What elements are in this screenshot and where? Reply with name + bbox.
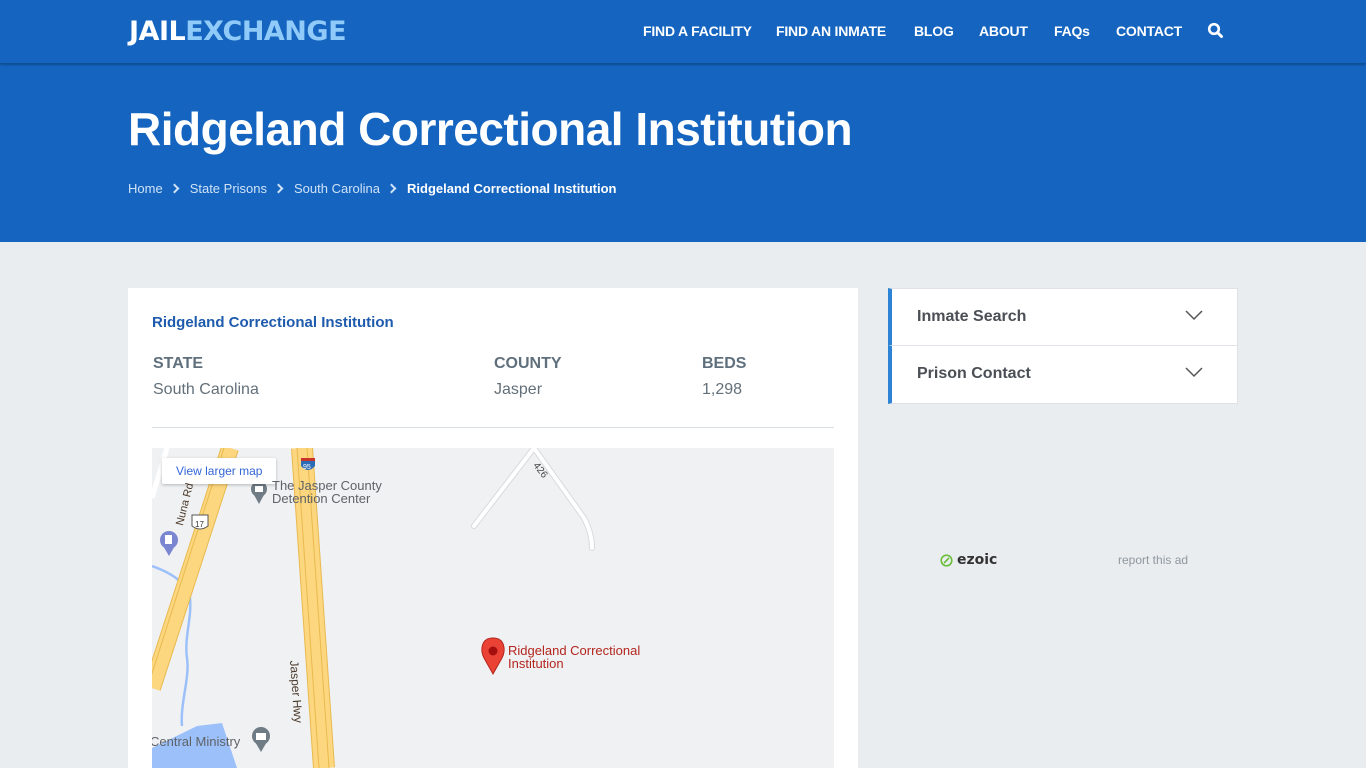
accordion-label: Prison Contact — [917, 365, 1031, 382]
nav-find-an-inmate[interactable]: FIND AN INMATE — [776, 23, 886, 39]
map-canvas — [152, 448, 595, 768]
i95-shield-label: 95 — [303, 464, 311, 471]
accordion-inmate-search[interactable]: Inmate Search — [888, 288, 1238, 346]
logo-jail: JAIL — [129, 16, 186, 47]
gas-station-pin-icon — [160, 531, 178, 556]
facility-marker-label[interactable]: Ridgeland Correctional Institution — [508, 644, 640, 670]
accordion-label: Inmate Search — [917, 308, 1027, 325]
location-marker-icon — [481, 637, 505, 676]
county-value: Jasper — [494, 381, 543, 398]
nav-faqs[interactable]: FAQs — [1054, 23, 1090, 39]
state-value: South Carolina — [153, 381, 259, 398]
chevron-right-icon — [386, 183, 397, 194]
beds-label: BEDS — [702, 355, 747, 372]
search-icon — [1207, 22, 1223, 38]
breadcrumb: Home State Prisons South Carolina Ridgel… — [128, 181, 616, 196]
nav-about[interactable]: ABOUT — [979, 23, 1028, 39]
sidebar-accordion: Inmate Search Prison Contact — [888, 288, 1238, 404]
info-beds: BEDS 1,298 — [702, 355, 746, 399]
ezoic-brand: ezoic — [957, 552, 998, 568]
ezoic-logo[interactable]: ezoic — [940, 552, 997, 568]
breadcrumb-state-prisons[interactable]: State Prisons — [190, 181, 267, 196]
chevron-right-icon — [169, 183, 180, 194]
nav-blog[interactable]: BLOG — [914, 23, 954, 39]
central-ministry-label[interactable]: Central Ministry — [152, 735, 240, 748]
facility-title: Ridgeland Correctional Institution — [152, 314, 394, 331]
state-label: STATE — [153, 355, 204, 372]
breadcrumb-home[interactable]: Home — [128, 181, 163, 196]
us17-shield-label: 17 — [195, 520, 204, 529]
detention-center-label[interactable]: The Jasper County Detention Center — [272, 479, 382, 505]
report-ad-link[interactable]: report this ad — [1118, 553, 1188, 567]
beds-value: 1,298 — [702, 381, 743, 398]
embedded-map[interactable]: View larger map The Jasper County Detent… — [152, 448, 834, 768]
county-label: COUNTY — [494, 355, 562, 372]
hero-banner: Ridgeland Correctional Institution Home … — [0, 64, 1366, 242]
chevron-down-icon — [1185, 310, 1203, 321]
church-pin-icon — [252, 727, 270, 752]
breadcrumb-south-carolina[interactable]: South Carolina — [294, 181, 380, 196]
route-426-road — [472, 448, 594, 550]
search-button[interactable] — [1207, 22, 1225, 40]
view-larger-map-link[interactable]: View larger map — [162, 458, 277, 484]
chevron-right-icon — [273, 183, 284, 194]
page-title: Ridgeland Correctional Institution — [128, 103, 853, 155]
info-county: COUNTY Jasper — [494, 355, 562, 399]
marker-label-line2: Institution — [508, 656, 564, 671]
detention-label-line2: Detention Center — [272, 491, 371, 506]
site-logo[interactable]: JAILEXCHANGE — [129, 16, 347, 47]
logo-exchange: EXCHANGE — [185, 16, 347, 47]
divider — [152, 427, 834, 428]
nav-find-a-facility[interactable]: FIND A FACILITY — [643, 23, 752, 39]
facility-card: Ridgeland Correctional Institution STATE… — [128, 288, 858, 768]
nav-contact[interactable]: CONTACT — [1116, 23, 1182, 39]
info-state: STATE South Carolina — [153, 355, 259, 399]
ezoic-icon — [940, 553, 953, 567]
top-navbar: JAILEXCHANGE FIND A FACILITY FIND AN INM… — [0, 0, 1366, 64]
chevron-down-icon — [1185, 367, 1203, 378]
breadcrumb-current: Ridgeland Correctional Institution — [407, 181, 617, 196]
accordion-prison-contact[interactable]: Prison Contact — [888, 346, 1238, 404]
